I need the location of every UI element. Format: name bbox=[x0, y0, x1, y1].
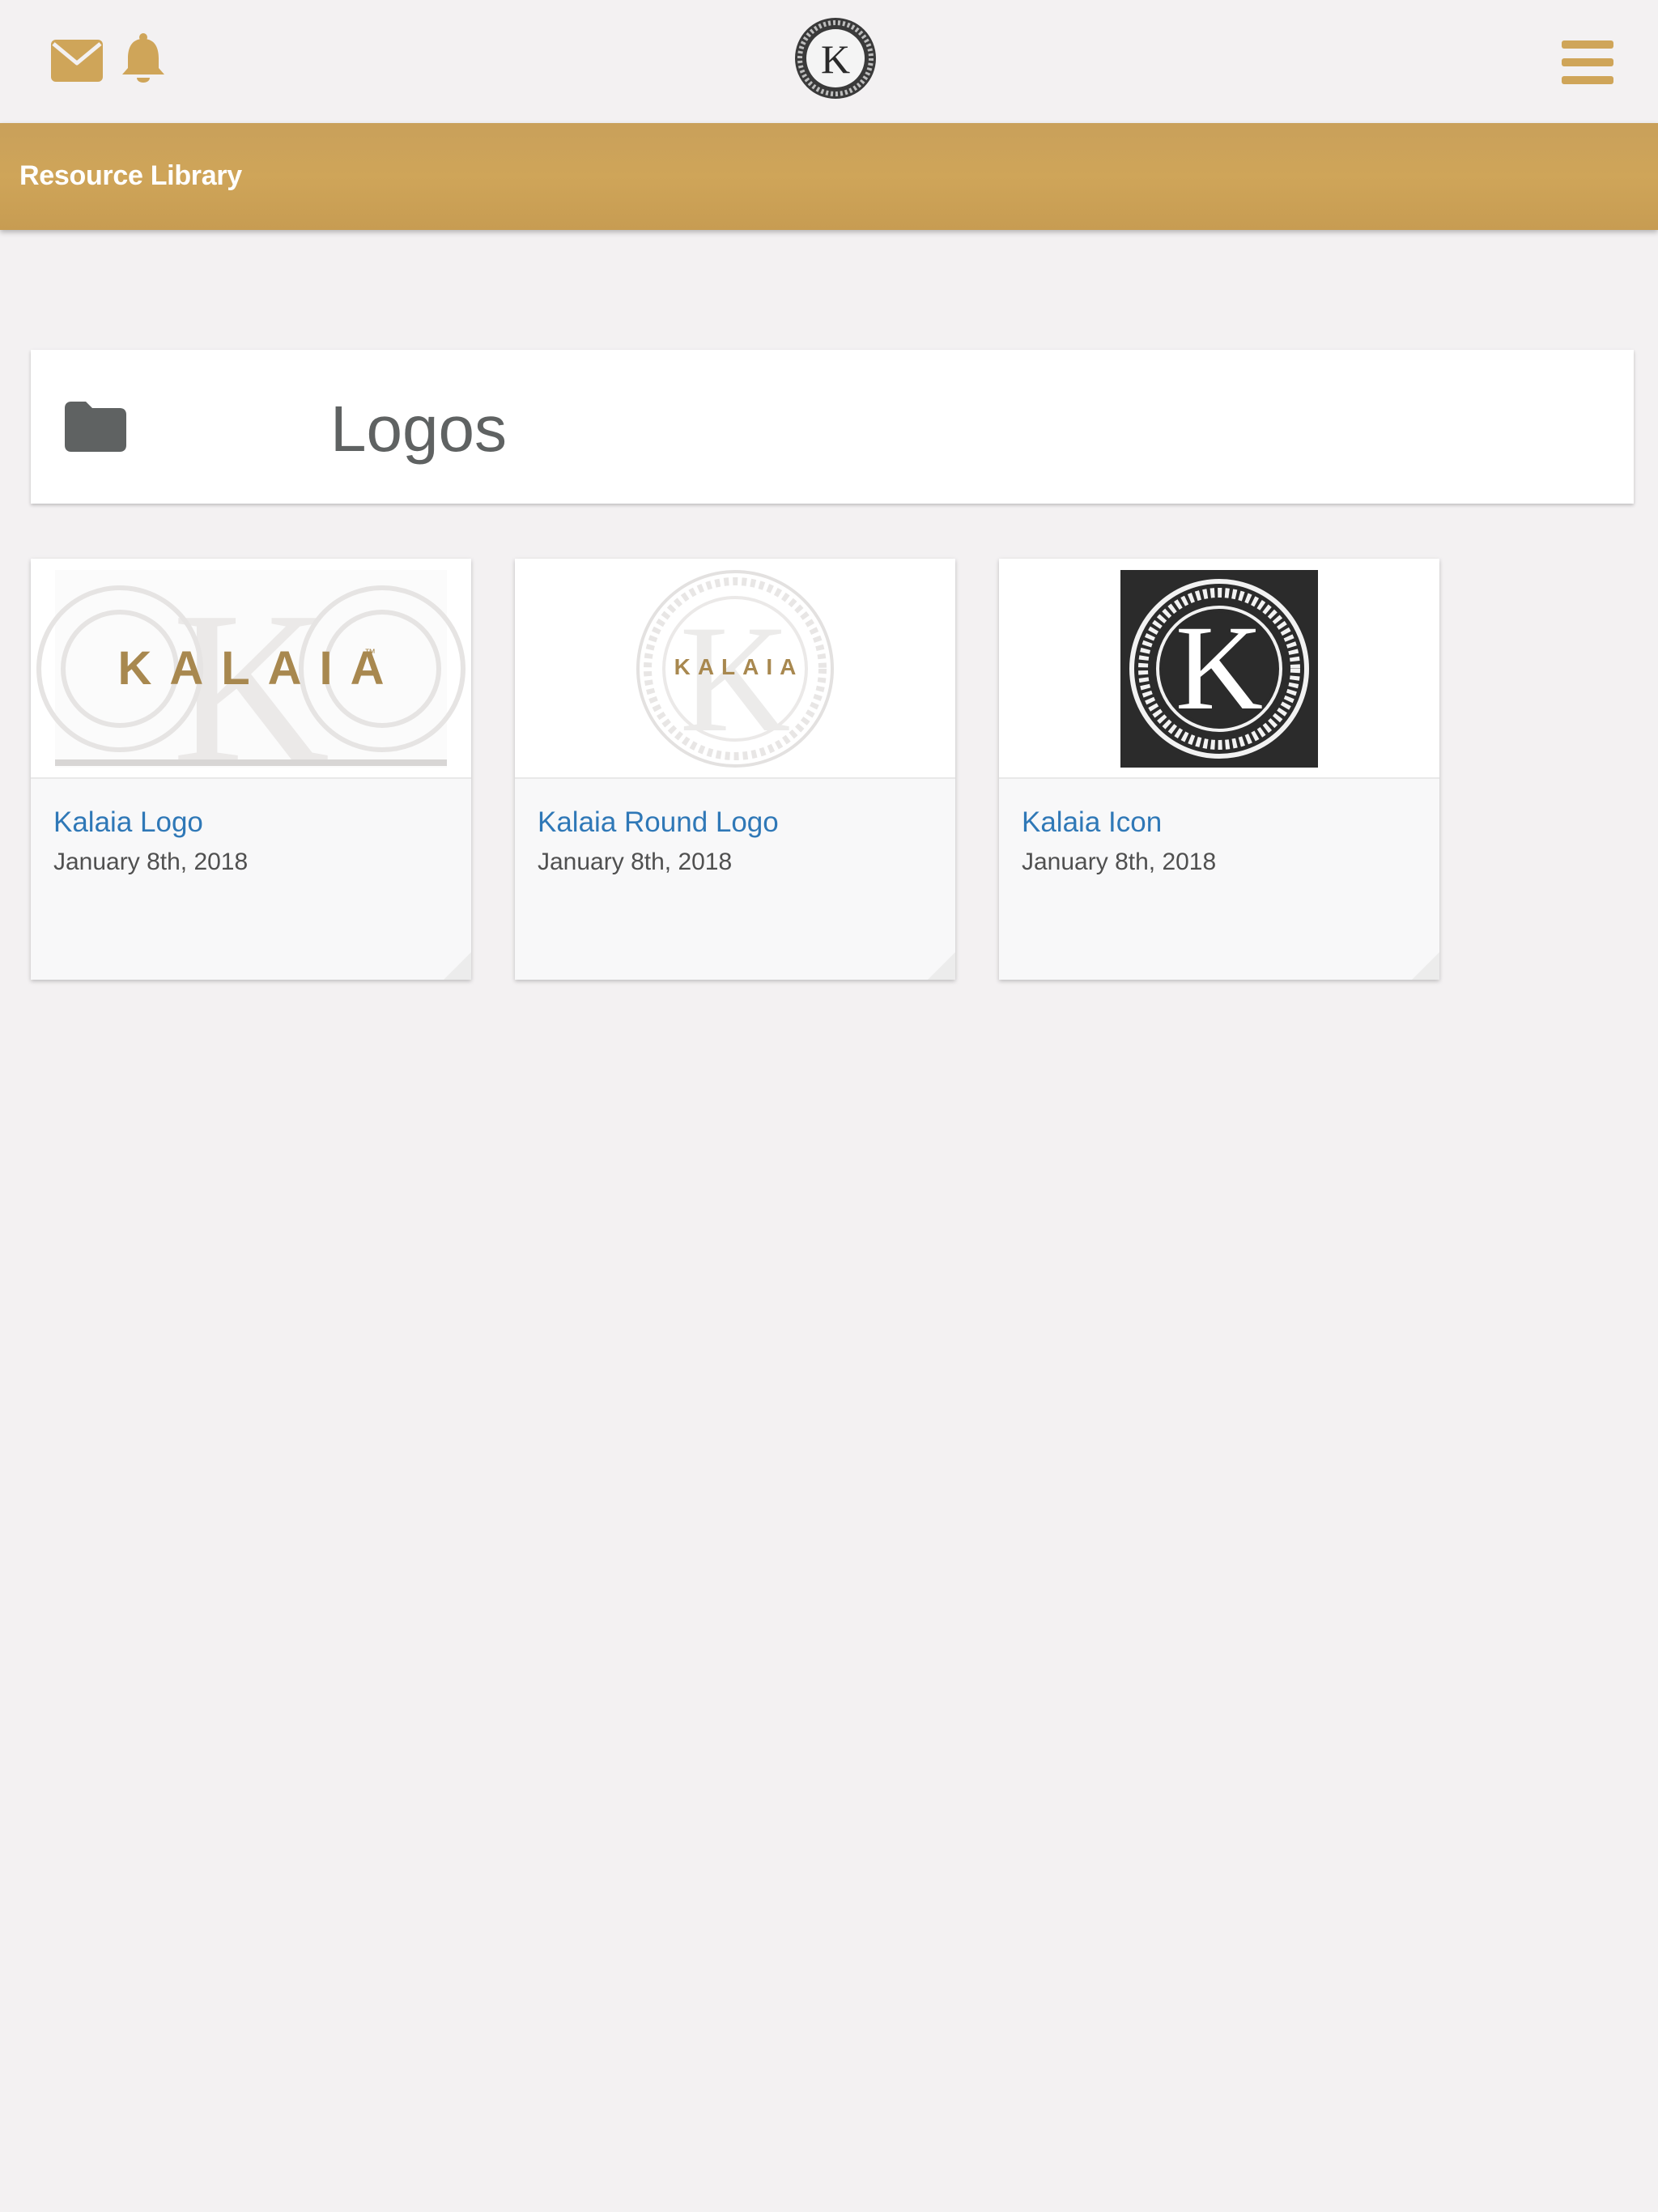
page-fold-corner bbox=[928, 952, 955, 980]
resource-thumbnail: K KALAIA bbox=[515, 559, 955, 779]
section-header: Resource Library bbox=[0, 123, 1658, 230]
top-bar: K bbox=[0, 0, 1658, 123]
page-fold-corner bbox=[1412, 952, 1439, 980]
resource-card[interactable]: K KALAIA Kalaia Round Logo January 8th, … bbox=[515, 559, 955, 980]
page-fold-corner bbox=[444, 952, 471, 980]
trademark-mark: ™ bbox=[364, 646, 376, 659]
page-title: Resource Library bbox=[19, 160, 242, 191]
resource-date: January 8th, 2018 bbox=[1022, 849, 1217, 875]
thumbnail-wordmark: KALAIA bbox=[674, 654, 804, 679]
resource-title-link[interactable]: Kalaia Round Logo bbox=[538, 806, 779, 839]
bell-icon[interactable] bbox=[120, 32, 167, 86]
svg-text:K: K bbox=[821, 36, 850, 82]
envelope-icon[interactable] bbox=[50, 37, 104, 84]
resource-thumbnail: K KALAIA ™ bbox=[31, 559, 471, 779]
resource-thumbnail: K bbox=[999, 559, 1439, 779]
thumbnail-wordmark: KALAIA bbox=[117, 642, 402, 695]
hamburger-menu-icon[interactable] bbox=[1561, 39, 1614, 86]
resource-card[interactable]: K KALAIA ™ Kalaia Logo January 8th, 2018 bbox=[31, 559, 471, 980]
resource-card[interactable]: K Kalaia Icon January 8th, 2018 bbox=[999, 559, 1439, 980]
resource-date: January 8th, 2018 bbox=[538, 849, 733, 875]
folder-icon bbox=[63, 400, 128, 453]
resource-title-link[interactable]: Kalaia Logo bbox=[53, 806, 203, 839]
thumbnail-letter: K bbox=[1175, 601, 1264, 735]
brand-logo-icon[interactable]: K bbox=[793, 16, 878, 100]
resource-title-link[interactable]: Kalaia Icon bbox=[1022, 806, 1162, 839]
folder-header-card: Logos bbox=[31, 350, 1634, 504]
resource-date: January 8th, 2018 bbox=[53, 849, 249, 875]
folder-name: Logos bbox=[330, 393, 507, 465]
